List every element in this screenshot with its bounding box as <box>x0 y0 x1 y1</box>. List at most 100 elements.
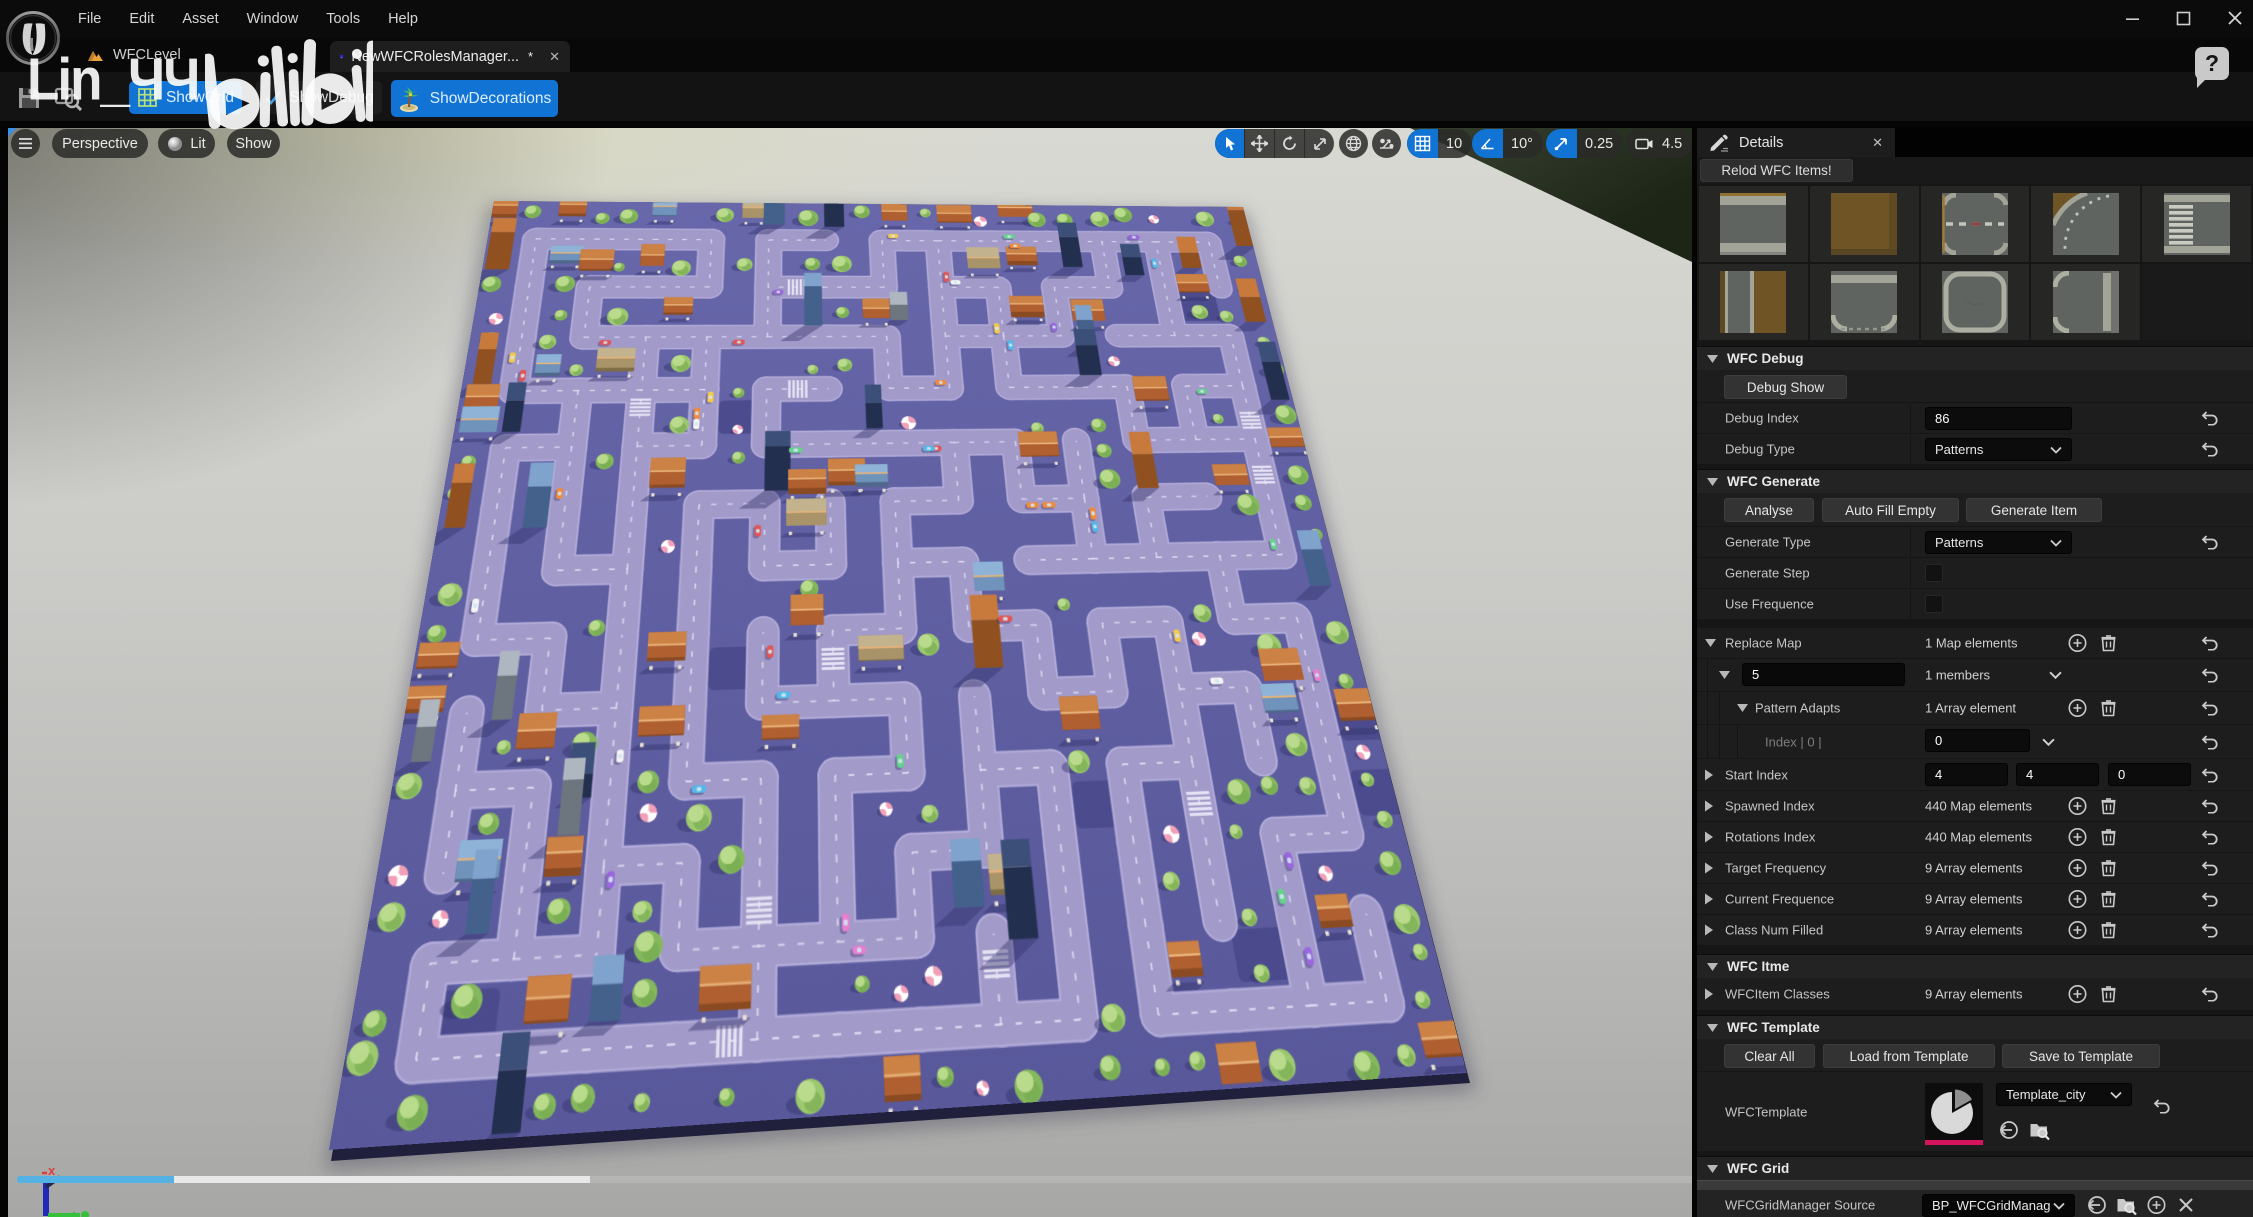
tab-close-icon[interactable]: ✕ <box>549 49 560 65</box>
grid-snap-control[interactable]: 10 <box>1407 129 1472 158</box>
video-progress-bar[interactable] <box>17 1176 1692 1183</box>
reset-template-icon[interactable] <box>2152 1099 2171 1114</box>
add-class-icon[interactable] <box>2068 921 2087 940</box>
debug-show-button[interactable]: Debug Show <box>1724 375 1847 399</box>
reset-index-entry-icon[interactable] <box>2200 734 2219 749</box>
scale-snap-control[interactable]: 0.25 <box>1546 129 1623 158</box>
minimize-icon[interactable] <box>2125 11 2140 26</box>
thumb-road-straight[interactable] <box>1699 186 1808 262</box>
start-index-expander[interactable] <box>1705 769 1713 780</box>
generate-step-checkbox[interactable] <box>1925 564 1943 582</box>
index-entry-input[interactable]: 0 <box>1925 729 2030 752</box>
debug-index-input[interactable]: 86 <box>1925 407 2072 430</box>
add-gridmanager-icon[interactable] <box>2147 1196 2166 1215</box>
clear-array-icon[interactable] <box>2099 699 2118 718</box>
map-key-input[interactable]: 5 <box>1742 663 1905 686</box>
target-frequency-expander[interactable] <box>1705 863 1713 874</box>
menu-window[interactable]: Window <box>247 11 299 27</box>
reset-generate-type-icon[interactable] <box>2200 535 2219 550</box>
reset-current-icon[interactable] <box>2200 892 2219 907</box>
perspective-selector[interactable]: Perspective <box>52 129 148 158</box>
show-debug-button[interactable]: ShowDebug <box>256 81 382 114</box>
panel-splitter[interactable] <box>1697 1180 2253 1190</box>
menu-edit[interactable]: Edit <box>129 11 154 27</box>
clear-rotations-icon[interactable] <box>2099 828 2118 847</box>
menu-tools[interactable]: Tools <box>326 11 360 27</box>
gridmanager-source-dropdown[interactable]: BP_WFCGridManag <box>1922 1194 2075 1217</box>
viewport-options-menu-icon[interactable] <box>11 129 40 158</box>
current-frequence-expander[interactable] <box>1705 894 1713 905</box>
use-selected-gridmanager-icon[interactable] <box>2087 1195 2107 1215</box>
auto-fill-empty-button[interactable]: Auto Fill Empty <box>1822 498 1959 522</box>
menu-asset[interactable]: Asset <box>182 11 218 27</box>
unreal-engine-logo[interactable] <box>4 9 62 67</box>
thumb-crosswalk[interactable] <box>2142 186 2251 262</box>
details-close-icon[interactable]: ✕ <box>1872 135 1883 151</box>
thumb-ground[interactable] <box>1810 186 1919 262</box>
template-asset-dropdown[interactable]: Template_city <box>1996 1083 2132 1106</box>
world-coordinate-icon[interactable] <box>1339 129 1368 158</box>
reset-spawned-icon[interactable] <box>2200 799 2219 814</box>
camera-speed-control[interactable]: 4.5 <box>1626 129 1692 158</box>
class-num-filled-expander[interactable] <box>1705 925 1713 936</box>
generate-type-dropdown[interactable]: Patterns <box>1925 531 2072 554</box>
reset-class-icon[interactable] <box>2200 923 2219 938</box>
tab-newwfcrolesmanager[interactable]: NewWFCRolesManager...* ✕ <box>330 41 570 72</box>
clear-map-icon[interactable] <box>2099 634 2118 653</box>
start-index-x-input[interactable]: 4 <box>1925 763 2008 786</box>
wfcitem-classes-expander[interactable] <box>1705 989 1713 1000</box>
pattern-adapts-expander[interactable] <box>1737 704 1748 712</box>
thumb-plaza[interactable] <box>1921 264 2030 340</box>
reset-target-icon[interactable] <box>2200 861 2219 876</box>
save-icon[interactable] <box>16 85 42 111</box>
section-wfc-generate[interactable]: WFC Generate <box>1697 469 2253 493</box>
clear-target-icon[interactable] <box>2099 859 2118 878</box>
add-wfcitem-icon[interactable] <box>2068 985 2087 1004</box>
close-icon[interactable] <box>2227 10 2243 26</box>
move-tool[interactable] <box>1245 129 1274 158</box>
maximize-icon[interactable] <box>2176 11 2191 26</box>
add-target-icon[interactable] <box>2068 859 2087 878</box>
reset-debug-index-icon[interactable] <box>2200 411 2219 426</box>
select-tool[interactable] <box>1215 129 1244 158</box>
viewport-3d[interactable]: Perspective Lit Show 10 10° 0.25 4.5 x <box>8 128 1692 1217</box>
lit-mode-selector[interactable]: Lit <box>158 129 215 158</box>
analyse-button[interactable]: Analyse <box>1724 498 1814 522</box>
load-from-template-button[interactable]: Load from Template <box>1823 1044 1995 1068</box>
reset-replace-map-icon[interactable] <box>2200 636 2219 651</box>
section-wfc-itme[interactable]: WFC Itme <box>1697 954 2253 978</box>
show-grid-button[interactable]: ShowGrid <box>129 81 242 114</box>
tab-wfclevel[interactable]: WFCLevel <box>87 38 181 72</box>
clear-current-icon[interactable] <box>2099 890 2118 909</box>
rotate-tool[interactable] <box>1275 129 1304 158</box>
add-rotations-icon[interactable] <box>2068 828 2087 847</box>
replace-map-expander[interactable] <box>1705 639 1716 647</box>
thumb-t-junction[interactable] <box>1810 264 1919 340</box>
clear-spawned-icon[interactable] <box>2099 797 2118 816</box>
add-spawned-icon[interactable] <box>2068 797 2087 816</box>
thumb-crossroad[interactable] <box>1921 186 2030 262</box>
add-current-icon[interactable] <box>2068 890 2087 909</box>
map-entry-expander[interactable] <box>1719 671 1730 679</box>
section-wfc-grid[interactable]: WFC Grid <box>1697 1156 2253 1180</box>
debug-type-dropdown[interactable]: Patterns <box>1925 438 2072 461</box>
reset-pattern-adapts-icon[interactable] <box>2200 701 2219 716</box>
reset-debug-type-icon[interactable] <box>2200 442 2219 457</box>
rotations-index-expander[interactable] <box>1705 832 1713 843</box>
save-to-template-button[interactable]: Save to Template <box>2002 1044 2160 1068</box>
use-frequence-checkbox[interactable] <box>1925 595 1943 613</box>
browse-to-asset-icon[interactable] <box>2029 1120 2050 1141</box>
generate-item-button[interactable]: Generate Item <box>1966 498 2102 522</box>
clear-wfcitem-icon[interactable] <box>2099 985 2118 1004</box>
section-wfc-debug[interactable]: WFC Debug <box>1697 346 2253 370</box>
menu-file[interactable]: File <box>78 11 101 27</box>
details-tab[interactable]: Details ✕ <box>1697 128 1895 157</box>
section-wfc-template[interactable]: WFC Template <box>1697 1015 2253 1039</box>
start-index-y-input[interactable]: 4 <box>2016 763 2099 786</box>
clear-class-icon[interactable] <box>2099 921 2118 940</box>
help-bubble-button[interactable]: ? <box>2195 47 2229 80</box>
scale-tool[interactable] <box>1305 129 1334 158</box>
reload-wfc-items-button[interactable]: Relod WFC Items! <box>1700 159 1853 182</box>
index-entry-chevron-icon[interactable] <box>2042 737 2055 746</box>
reset-wfcitem-icon[interactable] <box>2200 987 2219 1002</box>
